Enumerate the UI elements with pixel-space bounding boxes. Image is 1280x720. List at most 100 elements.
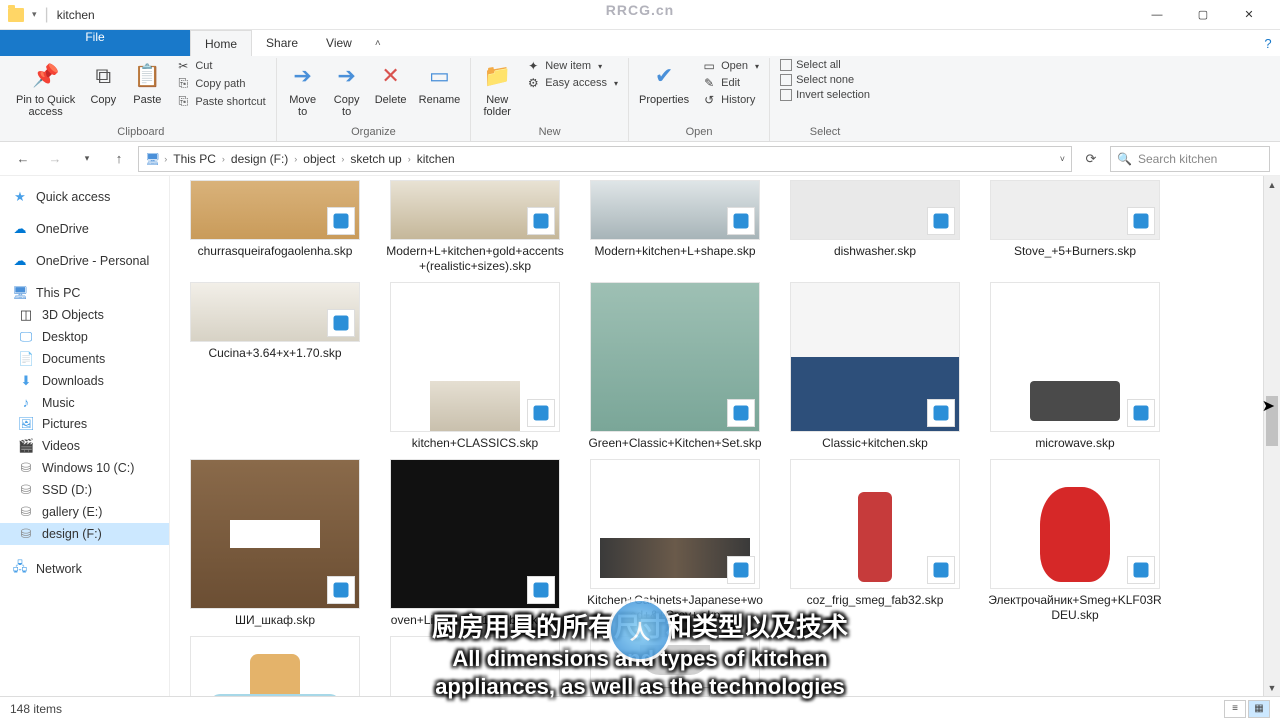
delete-button[interactable]: ✕Delete [371, 58, 411, 108]
ribbon-group-open: ✔Properties ▭Open▾ ✎Edit ↺History Open [629, 58, 770, 141]
nav-pictures[interactable]: 🖼Pictures [0, 413, 169, 435]
properties-button[interactable]: ✔Properties [635, 58, 693, 108]
breadcrumb[interactable]: 🖥 › This PC › design (F:) › object › ske… [138, 146, 1072, 172]
status-bar: 148 items ≡ ▦ [0, 696, 1280, 720]
file-item[interactable]: ШИ_шкаф.skp [180, 459, 370, 628]
new-folder-icon: 📁 [481, 60, 513, 92]
thumbnail [990, 459, 1160, 589]
drive-icon: ⛁ [18, 526, 34, 542]
file-item[interactable]: Modern+kitchen+L+shape.skp [580, 180, 770, 274]
nav-drive-d[interactable]: ⛁SSD (D:) [0, 479, 169, 501]
close-button[interactable]: ✕ [1226, 0, 1272, 30]
open-button[interactable]: ▭Open▾ [697, 58, 763, 74]
file-item[interactable]: Green+Classic+Kitchen+Set.skp [580, 282, 770, 451]
nav-3d-objects[interactable]: ◫3D Objects [0, 304, 169, 326]
refresh-button[interactable]: ⟳ [1078, 146, 1104, 172]
file-item[interactable]: Modern+L+kitchen+gold+accents+(realistic… [380, 180, 570, 274]
nav-documents[interactable]: 📄Documents [0, 348, 169, 370]
copy-to-button[interactable]: ➔Copy to [327, 58, 367, 120]
pin-quick-access-button[interactable]: 📌 Pin to Quick access [12, 58, 79, 120]
history-button[interactable]: ↺History [697, 92, 763, 108]
bc-sketchup[interactable]: sketch up [348, 152, 403, 166]
skp-badge-icon [527, 399, 555, 427]
up-button[interactable]: ↑ [106, 146, 132, 172]
scroll-up-icon[interactable]: ▲ [1264, 176, 1280, 193]
rename-button[interactable]: ▭Rename [415, 58, 465, 108]
vertical-scrollbar[interactable]: ▲ ▼ [1263, 176, 1280, 696]
star-icon: ★ [12, 189, 28, 205]
file-item[interactable]: cooktop+hood.skp [580, 636, 770, 696]
recent-button[interactable]: ▾ [74, 146, 100, 172]
move-to-button[interactable]: ➔Move to [283, 58, 323, 120]
nav-drive-c[interactable]: ⛁Windows 10 (C:) [0, 457, 169, 479]
tab-view[interactable]: View [312, 30, 366, 56]
file-item[interactable]: R01-30.skp [380, 636, 570, 696]
skp-badge-icon [327, 576, 355, 604]
bc-design[interactable]: design (F:) [229, 152, 290, 166]
nav-this-pc[interactable]: 🖥This PC [0, 282, 169, 304]
details-view-button[interactable]: ≡ [1224, 700, 1246, 718]
nav-drive-e[interactable]: ⛁gallery (E:) [0, 501, 169, 523]
paste-shortcut-button[interactable]: ⎘Paste shortcut [171, 93, 269, 110]
help-icon[interactable]: ? [1256, 30, 1280, 56]
tab-file[interactable]: File [0, 30, 190, 56]
file-item[interactable]: Classic+kitchen.skp [780, 282, 970, 451]
tab-share[interactable]: Share [252, 30, 312, 56]
scroll-thumb[interactable] [1266, 396, 1278, 446]
nav-drive-f[interactable]: ⛁design (F:) [0, 523, 169, 545]
pin-label: Pin to Quick access [16, 94, 75, 118]
copy-path-button[interactable]: ⎘Copy path [171, 75, 269, 92]
back-button[interactable]: ← [10, 146, 36, 172]
select-none-button[interactable]: Select none [776, 73, 874, 87]
nav-quick-access[interactable]: ★Quick access [0, 186, 169, 208]
paste-button[interactable]: 📋 Paste [127, 58, 167, 108]
bc-thispc[interactable]: This PC [171, 152, 218, 166]
cut-button[interactable]: ✂Cut [171, 58, 269, 74]
tab-home[interactable]: Home [190, 30, 252, 56]
file-name: Classic+kitchen.skp [822, 436, 928, 451]
qat-down-icon[interactable]: ▾ [32, 9, 37, 20]
nav-music[interactable]: ♪Music [0, 392, 169, 413]
file-item[interactable]: Электрочайник+Smeg+KLF03RDEU.skp [980, 459, 1170, 628]
file-item[interactable]: dishwasher.skp [780, 180, 970, 274]
file-item[interactable]: coz_frig_smeg_fab32.skp [780, 459, 970, 628]
nav-network[interactable]: 🖧Network [0, 555, 169, 583]
skp-badge-icon [927, 556, 955, 584]
file-item[interactable]: microwave.skp [980, 282, 1170, 451]
file-item[interactable]: churrasqueirafogaolenha.skp [180, 180, 370, 274]
navigation-pane: ★Quick access ☁OneDrive ☁OneDrive - Pers… [0, 176, 170, 696]
thumbnail [790, 459, 960, 589]
nav-onedrive[interactable]: ☁OneDrive [0, 218, 169, 240]
nav-videos[interactable]: 🎬Videos [0, 435, 169, 457]
collapse-ribbon-icon[interactable]: ˄ [366, 30, 390, 56]
select-none-icon [780, 74, 792, 86]
edit-button[interactable]: ✎Edit [697, 75, 763, 91]
file-item[interactable]: Cucina+3.64+x+1.70.skp [180, 282, 370, 451]
bc-object[interactable]: object [301, 152, 337, 166]
file-item[interactable]: Stove_+5+Burners.skp [980, 180, 1170, 274]
search-input[interactable]: 🔍 Search kitchen [1110, 146, 1270, 172]
new-item-button[interactable]: ✦New item▾ [521, 58, 622, 74]
select-all-button[interactable]: Select all [776, 58, 874, 72]
chevron-down-icon: ▾ [755, 62, 759, 71]
skp-badge-icon [927, 207, 955, 235]
ribbon-group-select: Select all Select none Invert selection … [770, 58, 880, 141]
new-folder-button[interactable]: 📁New folder [477, 58, 517, 120]
file-item[interactable]: Kitchen+Cabinets+Japanese+wood+&+Grey+.s… [580, 459, 770, 628]
forward-button[interactable]: → [42, 146, 68, 172]
easy-access-button[interactable]: ⚙Easy access▾ [521, 75, 622, 91]
bc-kitchen[interactable]: kitchen [415, 152, 457, 166]
file-item[interactable]: SMEGtoaster_SMEG.skp [180, 636, 370, 696]
minimize-button[interactable]: — [1134, 0, 1180, 30]
file-item[interactable]: oven+Linea+SF4104+black.skp [380, 459, 570, 628]
chevron-down-icon[interactable]: ˅ [1060, 154, 1065, 164]
nav-desktop[interactable]: 🖵Desktop [0, 326, 169, 348]
scroll-down-icon[interactable]: ▼ [1264, 679, 1280, 696]
invert-selection-button[interactable]: Invert selection [776, 88, 874, 102]
nav-downloads[interactable]: ⬇Downloads [0, 370, 169, 392]
file-item[interactable]: kitchen+CLASSICS.skp [380, 282, 570, 451]
copy-button[interactable]: ⧉ Copy [83, 58, 123, 108]
maximize-button[interactable]: ▢ [1180, 0, 1226, 30]
nav-onedrive-personal[interactable]: ☁OneDrive - Personal [0, 250, 169, 272]
thumbnails-view-button[interactable]: ▦ [1248, 700, 1270, 718]
